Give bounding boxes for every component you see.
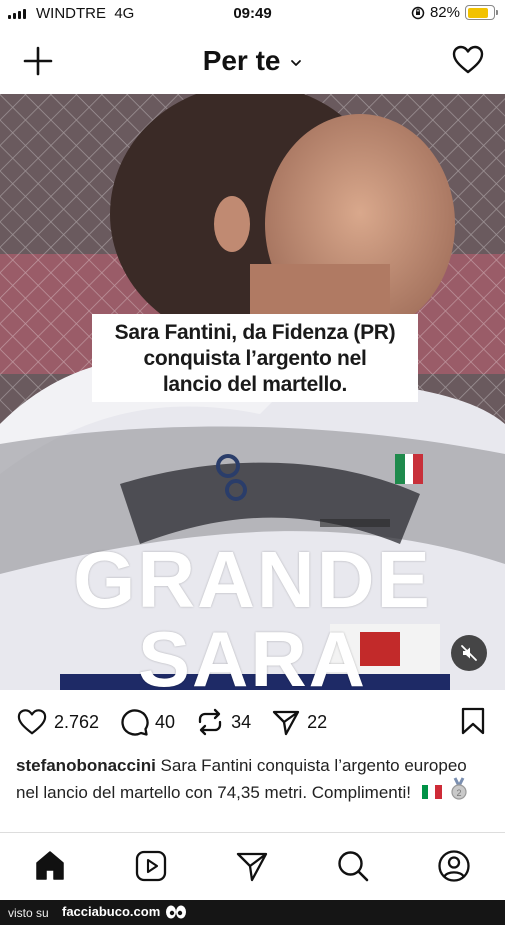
video-caption: Sara Fantini, da Fidenza (PR) conquista … (92, 314, 418, 402)
feed-header: Per te (0, 30, 505, 94)
home-icon[interactable] (33, 849, 67, 883)
silver-medal-icon: 2 (451, 777, 468, 800)
like-button[interactable]: 2.762 (16, 707, 99, 737)
watermark-bar: visto su facciabuco.com (0, 900, 505, 925)
page-title: Per te (202, 45, 281, 76)
comment-icon (121, 709, 149, 736)
post-actions: 2.762 40 34 22 (16, 704, 490, 740)
messages-icon[interactable] (235, 849, 269, 883)
search-icon[interactable] (336, 849, 370, 883)
italian-flag-icon (421, 782, 442, 799)
watermark-site: facciabuco.com (62, 904, 161, 919)
share-button[interactable]: 22 (271, 707, 327, 737)
heart-icon[interactable] (451, 43, 485, 77)
heart-icon (17, 709, 47, 735)
chevron-down-icon (291, 59, 302, 66)
comment-button[interactable]: 40 (119, 707, 175, 737)
repost-icon (198, 708, 222, 736)
speaker-muted-icon (461, 645, 477, 661)
orientation-lock-icon (411, 6, 425, 19)
paper-plane-icon (272, 710, 300, 736)
bookmark-icon[interactable] (460, 706, 486, 736)
feed-selector[interactable]: Per te (0, 45, 505, 77)
svg-text:2: 2 (457, 788, 462, 798)
profile-icon[interactable] (437, 849, 471, 883)
post-caption: stefanobonaccini Sara Fantini conquista … (16, 754, 486, 804)
battery-icon (465, 5, 498, 20)
bottom-tab-bar (0, 832, 505, 900)
battery-percent: 82% (429, 4, 460, 21)
overlay-headline-line2: SARA (137, 615, 367, 690)
reels-icon[interactable] (134, 849, 168, 883)
status-bar: WINDTRE 4G 09:49 82% (0, 0, 505, 30)
comments-count: 40 (155, 711, 176, 732)
watermark-prefix: visto su (8, 906, 49, 920)
post-media[interactable]: Sara Fantini, da Fidenza (PR) conquista … (0, 94, 505, 690)
repost-button[interactable]: 34 (195, 707, 251, 737)
eyes-logo-icon (166, 905, 186, 919)
reposts-count: 34 (231, 711, 252, 732)
shares-count: 22 (307, 711, 328, 732)
mute-button[interactable] (451, 635, 487, 671)
overlay-headline-line1: GRANDE (73, 535, 432, 624)
post-username[interactable]: stefanobonaccini (16, 756, 156, 775)
likes-count: 2.762 (54, 711, 100, 732)
